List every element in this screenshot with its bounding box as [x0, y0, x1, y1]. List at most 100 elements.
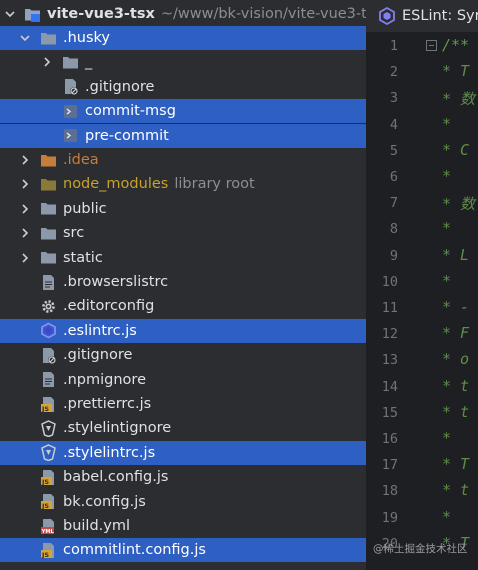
- tree-item-prettierrc-js[interactable]: JS .prettierrc.js: [0, 392, 366, 416]
- code-line[interactable]: * 数: [442, 88, 475, 109]
- tree-item-babel-config-js[interactable]: JS babel.config.js: [0, 465, 366, 489]
- tree-item-public[interactable]: public: [0, 197, 366, 221]
- code-line[interactable]: *: [442, 272, 451, 290]
- chevron-right-icon[interactable]: [18, 226, 32, 240]
- code-line[interactable]: * C: [442, 141, 469, 159]
- stylelint-file-icon: [40, 420, 57, 437]
- tree-item-src[interactable]: src: [0, 221, 366, 245]
- tree-item-label: .eslintrc.js: [63, 322, 137, 339]
- code-line[interactable]: *: [442, 219, 451, 237]
- chevron-right-icon[interactable]: [40, 55, 54, 69]
- line-number: 15: [381, 404, 398, 421]
- tree-item-idea[interactable]: .idea: [0, 148, 366, 172]
- fold-marker-icon[interactable]: [426, 40, 437, 51]
- stylelint-file-icon: [40, 444, 57, 462]
- project-path: ~/www/bk-vision/vite-vue3-ts: [160, 6, 366, 22]
- code-line[interactable]: *: [442, 167, 451, 185]
- tree-item-gitignore[interactable]: .gitignore: [0, 343, 366, 367]
- project-folder-icon: [24, 6, 41, 23]
- tree-item-eslintrc-js[interactable]: .eslintrc.js: [0, 318, 366, 343]
- code-line[interactable]: * T: [442, 455, 469, 473]
- gitignore-file-icon: [40, 347, 57, 364]
- svg-text:JS: JS: [41, 551, 49, 559]
- tree-item-bk-config-js[interactable]: JS bk.config.js: [0, 490, 366, 514]
- chevron-right-icon[interactable]: [18, 251, 32, 265]
- line-number: 18: [381, 483, 398, 500]
- code-line[interactable]: *: [442, 508, 451, 526]
- project-root-row[interactable]: vite-vue3-tsx ~/www/bk-vision/vite-vue3-…: [0, 2, 366, 26]
- tree-item-husky[interactable]: .husky: [0, 26, 366, 50]
- line-number: 16: [381, 431, 398, 447]
- eslint-icon: [378, 7, 396, 25]
- script-file-icon: [62, 127, 79, 144]
- folder-icon: [40, 152, 57, 169]
- tree-item-underscore[interactable]: _: [0, 50, 366, 74]
- chevron-down-icon[interactable]: [18, 31, 32, 45]
- code-line[interactable]: *: [442, 115, 451, 133]
- editor-tab-label: ESLint: Syr: [402, 8, 478, 24]
- tree-item-gitignore[interactable]: .gitignore: [0, 75, 366, 99]
- tree-item-commit-msg[interactable]: commit-msg: [0, 99, 366, 124]
- js-file-icon: JS: [40, 396, 57, 413]
- tree-item-label: .browserslistrc: [63, 274, 169, 290]
- chevron-right-icon[interactable]: [18, 153, 32, 167]
- code-line[interactable]: * T: [442, 62, 469, 80]
- editor-tab[interactable]: ESLint: Syr: [366, 0, 478, 33]
- tree-item-label: build.yml: [63, 518, 130, 534]
- code-line[interactable]: * t: [442, 481, 469, 499]
- code-line[interactable]: * -: [442, 298, 469, 316]
- code-line[interactable]: * 数: [442, 193, 475, 214]
- code-editor[interactable]: ESLint: Syr 1 2 3 4 5 6 7 8 9 10 11 12 13 14 15 16 17 18 1…: [366, 0, 478, 570]
- tree-item-npmignore[interactable]: .npmignore: [0, 368, 366, 392]
- tree-item-stylelintignore[interactable]: .stylelintignore: [0, 416, 366, 440]
- code-line[interactable]: /**: [442, 36, 469, 54]
- line-number: 3: [389, 90, 398, 107]
- svg-text:JS: JS: [41, 405, 49, 413]
- tree-item-label: bk.config.js: [63, 493, 146, 510]
- tree-item-node-modules[interactable]: node_modules library root: [0, 172, 366, 196]
- chevron-right-icon[interactable]: [18, 202, 32, 216]
- line-number: 12: [381, 326, 398, 343]
- chevron-right-icon[interactable]: [18, 177, 32, 191]
- tree-item-pre-commit[interactable]: pre-commit: [0, 123, 366, 148]
- svg-text:YML: YML: [41, 529, 55, 535]
- text-file-icon: [40, 274, 57, 291]
- tree-item-build-yml[interactable]: YML build.yml: [0, 514, 366, 538]
- line-number: 19: [381, 509, 398, 526]
- folder-icon: [40, 176, 57, 193]
- chevron-down-icon[interactable]: [4, 7, 16, 21]
- folder-icon: [40, 225, 57, 242]
- tree-item-label: .stylelintignore: [63, 420, 172, 437]
- tree-item-commitlint-config-js[interactable]: JS commitlint.config.js: [0, 538, 366, 563]
- tree-item-label: commit-msg: [85, 103, 176, 120]
- gear-file-icon: [40, 298, 57, 315]
- code-line[interactable]: * F: [442, 324, 469, 342]
- folder-icon: [40, 249, 57, 266]
- code-line[interactable]: * L: [442, 246, 469, 264]
- tree-item-label: .gitignore: [63, 347, 133, 364]
- tree-item-browserslistrc[interactable]: .browserslistrc: [0, 270, 366, 294]
- code-line[interactable]: * t: [442, 377, 469, 395]
- code-line[interactable]: *: [442, 429, 451, 447]
- eslint-file-icon: [40, 322, 57, 339]
- folder-icon: [40, 30, 57, 47]
- tree-item-static[interactable]: static: [0, 246, 366, 270]
- tree-item-editorconfig[interactable]: .editorconfig: [0, 294, 366, 318]
- tree-item-label: .prettierrc.js: [63, 396, 152, 412]
- code-line[interactable]: * t: [442, 403, 469, 421]
- tree-item-label: .editorconfig: [63, 298, 155, 315]
- tree-item-stylelintrc-js[interactable]: .stylelintrc.js: [0, 440, 366, 465]
- code-line[interactable]: * o: [442, 350, 469, 368]
- yml-file-icon: YML: [40, 518, 57, 535]
- line-number: 13: [381, 352, 398, 369]
- line-number: 11: [381, 300, 398, 316]
- project-tree[interactable]: vite-vue3-tsx ~/www/bk-vision/vite-vue3-…: [0, 0, 366, 570]
